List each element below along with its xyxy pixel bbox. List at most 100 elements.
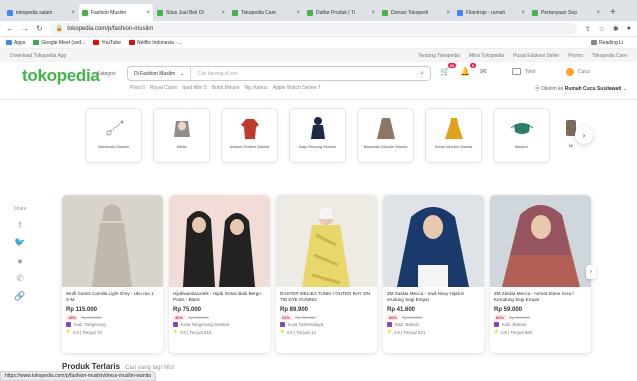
copy-link-icon[interactable]: 🔗	[14, 291, 25, 302]
product-next-button[interactable]: ›	[586, 265, 596, 279]
close-icon[interactable]: ×	[296, 10, 300, 16]
product-card[interactable]: ZM Zaskia Mecca - Sadi Navy Hijab K erud…	[383, 195, 484, 353]
whatsapp-icon[interactable]: ✆	[15, 273, 26, 284]
bookmark-item[interactable]: Apps	[6, 40, 25, 46]
bookmark-item[interactable]: Google Meet (sed...	[33, 40, 85, 46]
notif-count-badge: 5	[469, 63, 476, 68]
toko-link[interactable]: Toko	[512, 68, 536, 75]
browser-tab[interactable]: Daftar Produk | Ti ×	[304, 4, 378, 21]
product-rating: ★ 4.9 | Terjual 521	[383, 327, 484, 335]
download-app-link[interactable]: Download Tokopedia App	[10, 53, 66, 59]
star-icon: ★	[173, 329, 178, 335]
facebook-icon[interactable]: f	[15, 219, 26, 230]
star-icon: ★	[280, 329, 285, 335]
line-icon[interactable]: ●	[15, 255, 26, 266]
search-icon[interactable]: ⌕	[420, 70, 424, 78]
product-price: Rp 75.000	[173, 307, 202, 313]
message-icon[interactable]: ✉	[480, 67, 487, 76]
product-price: Rp 59.000	[494, 307, 523, 313]
reload-icon[interactable]: ↻	[36, 24, 43, 33]
back-icon[interactable]: ←	[6, 24, 14, 33]
twitter-icon[interactable]: 🐦	[14, 237, 25, 248]
reading-list[interactable]: Reading Li	[591, 40, 623, 46]
delivery-location[interactable]: ⦿ Dikirim ke Rumah Cucu Susilawati ⌄	[535, 85, 627, 92]
product-image[interactable]	[62, 195, 163, 287]
tab-label: Situs Jual Beli Ol	[166, 9, 204, 16]
category-card[interactable]: Baju Renang Muslim	[289, 108, 346, 163]
product-price: Rp 89.900	[280, 307, 309, 313]
top-link[interactable]: Tokopedia Care	[592, 53, 627, 59]
search-bar[interactable]: Di Fashion Muslim ⌄ Cari barang di sini …	[127, 66, 431, 81]
browser-tab[interactable]: Donasi Tokopedi ×	[379, 4, 453, 21]
product-card[interactable]: Wulfi Gamis Camilla Light Grey - Uku ran…	[62, 195, 163, 353]
close-icon[interactable]: ×	[371, 10, 375, 16]
bookmark-item[interactable]: YouTube	[93, 40, 121, 46]
tokopedia-logo[interactable]: tokopedia	[22, 66, 100, 86]
notification-icon[interactable]: 🔔 5	[460, 63, 476, 76]
category-card[interactable]: Bawahan Muslim Wanita	[357, 108, 414, 163]
search-scope-select[interactable]: Di Fashion Muslim ⌄	[128, 67, 192, 80]
browser-tab[interactable]: Situs Jual Beli Ol ×	[154, 4, 228, 21]
product-image[interactable]	[276, 195, 377, 287]
browser-tab[interactable]: Pertanyaan Sep ×	[529, 4, 603, 21]
product-image[interactable]	[169, 195, 270, 287]
browser-tab[interactable]: tokopedia salam ×	[4, 4, 78, 21]
url-field[interactable]: 🔒 tokopedia.com/p/fashion-muslim	[49, 22, 577, 35]
category-card[interactable]: Dress Muslim Wanita	[425, 108, 482, 163]
close-icon[interactable]: ×	[71, 10, 75, 16]
forward-icon[interactable]: →	[21, 24, 29, 33]
product-card[interactable]: ZM Zaskia Mecca - Asmat Stone Scra f Ker…	[490, 195, 591, 353]
top-link[interactable]: Mitra Tokopedia	[469, 53, 504, 59]
category-next-button[interactable]: ›	[575, 126, 593, 144]
top-link[interactable]: Pusat Edukasi Seller	[513, 53, 559, 59]
city-label: Kab. Tangerang	[74, 322, 106, 327]
category-card[interactable]: Atasan Muslim Wanita	[221, 108, 278, 163]
share-page-icon[interactable]: ⇪	[585, 25, 591, 33]
original-price: Rp 115.000	[295, 315, 316, 320]
search-suggestion[interactable]: Apple Watch Series 7	[273, 85, 321, 91]
product-name[interactable]: ZM Zaskia Mecca - Sadi Navy Hijab K erud…	[383, 287, 484, 305]
product-image[interactable]	[490, 195, 591, 287]
search-suggestion[interactable]: Pixel 6	[130, 85, 145, 91]
user-menu[interactable]: Cucu	[566, 68, 590, 76]
product-image[interactable]	[383, 195, 484, 287]
close-icon[interactable]: ×	[146, 10, 150, 16]
browser-tab[interactable]: Fashion Muslim ×	[79, 4, 153, 21]
top-link[interactable]: Tentang Tokopedia	[418, 53, 460, 59]
search-suggestion[interactable]: Nju Kairoz	[245, 85, 268, 91]
product-card[interactable]: DASTER MELIKA TUNIK / OUTER RAY ON TIE D…	[276, 195, 377, 353]
category-card[interactable]: Masker	[493, 108, 550, 163]
bookmark-star-icon[interactable]: ☆	[599, 25, 605, 33]
product-row: Wulfi Gamis Camilla Light Grey - Uku ran…	[62, 195, 591, 353]
category-card[interactable]: Jilbab	[153, 108, 210, 163]
tab-label: Filantropi - rumah	[466, 9, 506, 16]
close-icon[interactable]: ×	[446, 10, 450, 16]
extensions-icon[interactable]: ✱	[613, 25, 619, 33]
product-price: Rp 41.600	[387, 307, 416, 313]
profile-icon[interactable]: ●	[627, 25, 631, 32]
product-name[interactable]: Hijabwanitacantik - Hijab Instan Baiti B…	[169, 287, 270, 305]
search-input[interactable]: Cari barang di sini	[191, 71, 420, 77]
bookmark-label: Google Meet (sed...	[41, 39, 86, 46]
power-merchant-icon	[66, 322, 71, 327]
browser-tab[interactable]: Filantropi - rumah ×	[454, 4, 528, 21]
new-tab-button[interactable]: +	[610, 4, 616, 21]
product-card[interactable]: Hijabwanitacantik - Hijab Instan Baiti B…	[169, 195, 270, 353]
user-name: Cucu	[578, 69, 590, 75]
search-suggestion[interactable]: Ipad Mini 5	[182, 85, 206, 91]
bookmark-item[interactable]: Netflix Indonesia -...	[128, 40, 181, 46]
close-icon[interactable]: ×	[521, 10, 525, 16]
product-name[interactable]: Wulfi Gamis Camilla Light Grey - Uku ran…	[62, 287, 163, 305]
product-name[interactable]: DASTER MELIKA TUNIK / OUTER RAY ON TIE D…	[276, 287, 377, 305]
product-name[interactable]: ZM Zaskia Mecca - Asmat Stone Scra f Ker…	[490, 287, 591, 305]
browser-tab[interactable]: Tokopedia Care ×	[229, 4, 303, 21]
close-icon[interactable]: ×	[221, 10, 225, 16]
cart-icon[interactable]: 🛒 40	[440, 63, 456, 76]
category-card[interactable]: Aksesoris Muslim	[85, 108, 142, 163]
top-link[interactable]: Promo	[568, 53, 583, 59]
kategori-menu[interactable]: Kategori	[97, 71, 116, 77]
search-suggestion[interactable]: Royal Canin	[150, 85, 177, 91]
search-suggestion[interactable]: Botol Minum	[212, 85, 240, 91]
search-scope-label: Di Fashion Muslim	[134, 70, 176, 77]
close-icon[interactable]: ×	[596, 10, 600, 16]
